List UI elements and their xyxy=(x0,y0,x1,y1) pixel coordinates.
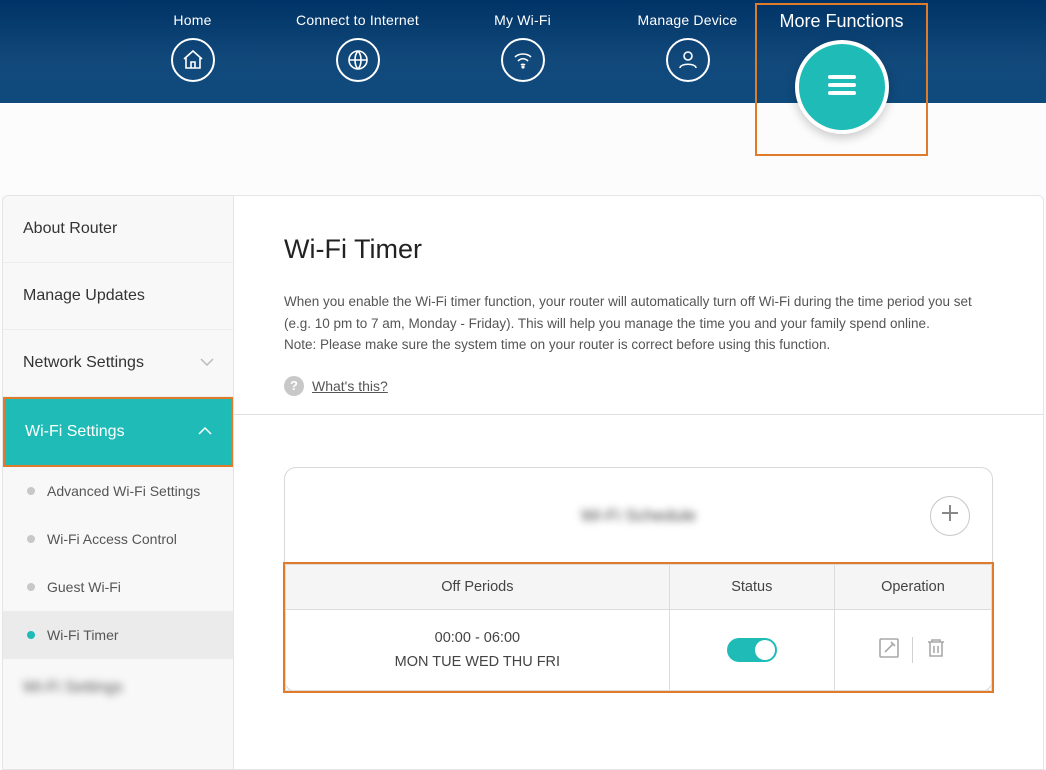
sidebar-item-label: Network Settings xyxy=(23,354,144,371)
sidebar-item-label: About Router xyxy=(23,220,117,237)
sidebar-network-settings[interactable]: Network Settings xyxy=(3,330,233,397)
page-desc-1: When you enable the Wi-Fi timer function… xyxy=(284,291,974,334)
nav-my-wifi[interactable]: My Wi-Fi xyxy=(440,12,605,82)
nav-home[interactable]: Home xyxy=(110,12,275,82)
separator xyxy=(912,637,913,663)
nav-more-functions[interactable] xyxy=(795,40,889,134)
home-icon xyxy=(171,38,215,82)
sidebar-sub-label: Wi-Fi Access Control xyxy=(47,531,177,547)
whats-this-link[interactable]: What's this? xyxy=(312,378,388,394)
sidebar-item-label: Manage Updates xyxy=(23,287,145,304)
nav-device-label: Manage Device xyxy=(605,12,770,28)
edit-icon xyxy=(877,636,901,664)
bullet-icon xyxy=(27,535,35,543)
cell-operation xyxy=(834,609,991,690)
sidebar-sub-label: Wi-Fi Timer xyxy=(47,627,119,643)
globe-icon xyxy=(336,38,380,82)
sidebar-sub-advanced-wifi[interactable]: Advanced Wi-Fi Settings xyxy=(3,467,233,515)
table-row: 00:00 - 06:00 MON TUE WED THU FRI xyxy=(286,609,992,690)
person-icon xyxy=(666,38,710,82)
bullet-icon xyxy=(27,583,35,591)
edit-button[interactable] xyxy=(872,636,906,664)
top-nav: Home Connect to Internet My Wi-Fi Manage… xyxy=(0,0,1046,103)
time-range: 00:00 - 06:00 xyxy=(296,630,659,646)
col-operation: Operation xyxy=(834,564,991,609)
page-desc-2: Note: Please make sure the system time o… xyxy=(284,334,974,356)
sidebar-sub-label: Advanced Wi-Fi Settings xyxy=(47,483,200,499)
col-status: Status xyxy=(669,564,834,609)
wifi-icon xyxy=(501,38,545,82)
sidebar: About Router Manage Updates Network Sett… xyxy=(2,195,234,770)
sidebar-about-router[interactable]: About Router xyxy=(3,196,233,263)
schedule-card-title: Wi-Fi Schedule xyxy=(581,506,696,526)
trash-icon xyxy=(924,636,948,664)
schedule-card-header: Wi-Fi Schedule xyxy=(285,468,992,564)
sidebar-item-label: Wi-Fi Settings xyxy=(25,423,125,440)
sidebar-sub-access-control[interactable]: Wi-Fi Access Control xyxy=(3,515,233,563)
col-off-periods: Off Periods xyxy=(286,564,670,609)
toggle-knob xyxy=(755,640,775,660)
help-icon: ? xyxy=(284,376,304,396)
chevron-down-icon xyxy=(199,354,215,372)
sidebar-sub-label: Guest Wi-Fi xyxy=(47,579,121,595)
chevron-up-icon xyxy=(197,423,213,441)
divider xyxy=(234,414,1043,415)
delete-button[interactable] xyxy=(919,636,953,664)
schedule-table: Off Periods Status Operation 00:00 - 06:… xyxy=(285,564,992,691)
nav-wifi-label: My Wi-Fi xyxy=(440,12,605,28)
status-toggle[interactable] xyxy=(727,638,777,662)
nav-home-label: Home xyxy=(110,12,275,28)
add-schedule-button[interactable] xyxy=(930,496,970,536)
sidebar-blurred-item: Wi-Fi Settings xyxy=(3,659,233,717)
sidebar-manage-updates[interactable]: Manage Updates xyxy=(3,263,233,330)
schedule-card: Wi-Fi Schedule Off Periods Status Operat… xyxy=(284,467,993,692)
cell-off-period: 00:00 - 06:00 MON TUE WED THU FRI xyxy=(286,609,670,690)
bullet-icon xyxy=(27,487,35,495)
bullet-icon xyxy=(27,631,35,639)
nav-more-label: More Functions xyxy=(757,11,926,32)
plus-icon xyxy=(941,504,959,527)
nav-connect-internet[interactable]: Connect to Internet xyxy=(275,12,440,82)
sidebar-sub-guest-wifi[interactable]: Guest Wi-Fi xyxy=(3,563,233,611)
sidebar-wifi-settings[interactable]: Wi-Fi Settings xyxy=(3,397,233,467)
nav-more-functions-highlight: More Functions xyxy=(755,3,928,156)
cell-status xyxy=(669,609,834,690)
schedule-table-highlight: Off Periods Status Operation 00:00 - 06:… xyxy=(283,562,994,693)
page-title: Wi-Fi Timer xyxy=(284,234,993,265)
days-range: MON TUE WED THU FRI xyxy=(296,654,659,670)
sidebar-sub-wifi-timer[interactable]: Wi-Fi Timer xyxy=(3,611,233,659)
nav-connect-label: Connect to Internet xyxy=(275,12,440,28)
main-panel: Wi-Fi Timer When you enable the Wi-Fi ti… xyxy=(234,195,1044,770)
hamburger-icon xyxy=(820,63,864,112)
nav-manage-device[interactable]: Manage Device xyxy=(605,12,770,82)
